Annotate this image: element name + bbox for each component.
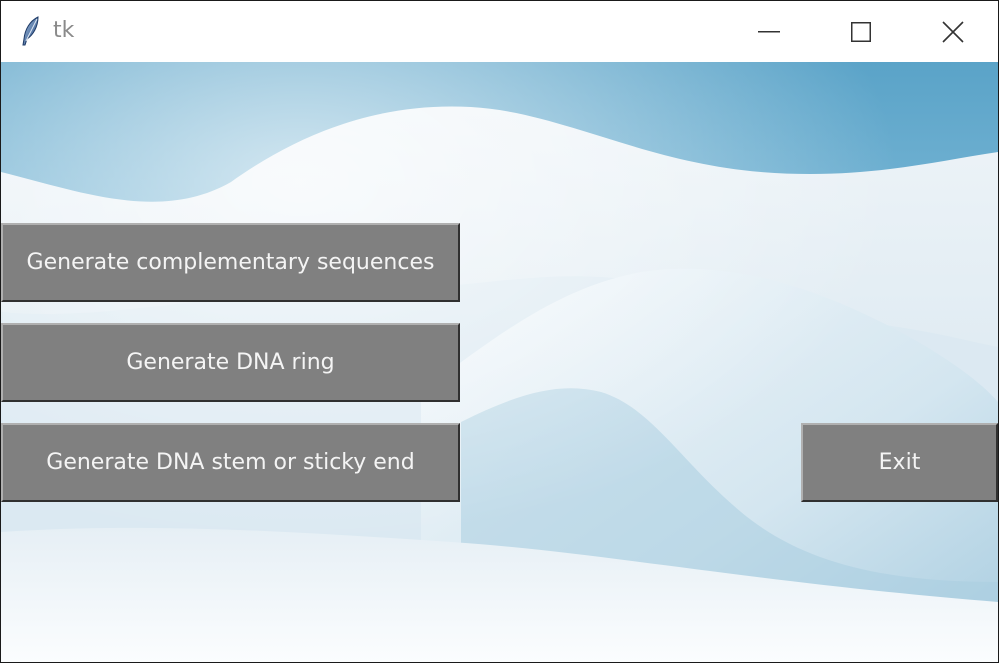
- generate-dna-ring-button[interactable]: Generate DNA ring: [1, 323, 460, 402]
- window-title: tk: [53, 18, 75, 43]
- minimize-button[interactable]: [723, 1, 815, 62]
- exit-button[interactable]: Exit: [801, 423, 998, 502]
- tk-feather-icon: [19, 15, 43, 47]
- generate-complementary-button[interactable]: Generate complementary sequences: [1, 223, 460, 302]
- maximize-icon: [851, 21, 871, 42]
- close-icon: [942, 20, 964, 43]
- minimize-icon: [758, 30, 780, 33]
- title-bar[interactable]: tk: [1, 1, 998, 62]
- main-content: Generate complementary sequences Generat…: [1, 62, 998, 662]
- generate-dna-stem-button[interactable]: Generate DNA stem or sticky end: [1, 423, 460, 502]
- tk-window: tk Generate complementary sequences Gene…: [0, 0, 999, 663]
- close-button[interactable]: [907, 1, 998, 62]
- maximize-button[interactable]: [815, 1, 907, 62]
